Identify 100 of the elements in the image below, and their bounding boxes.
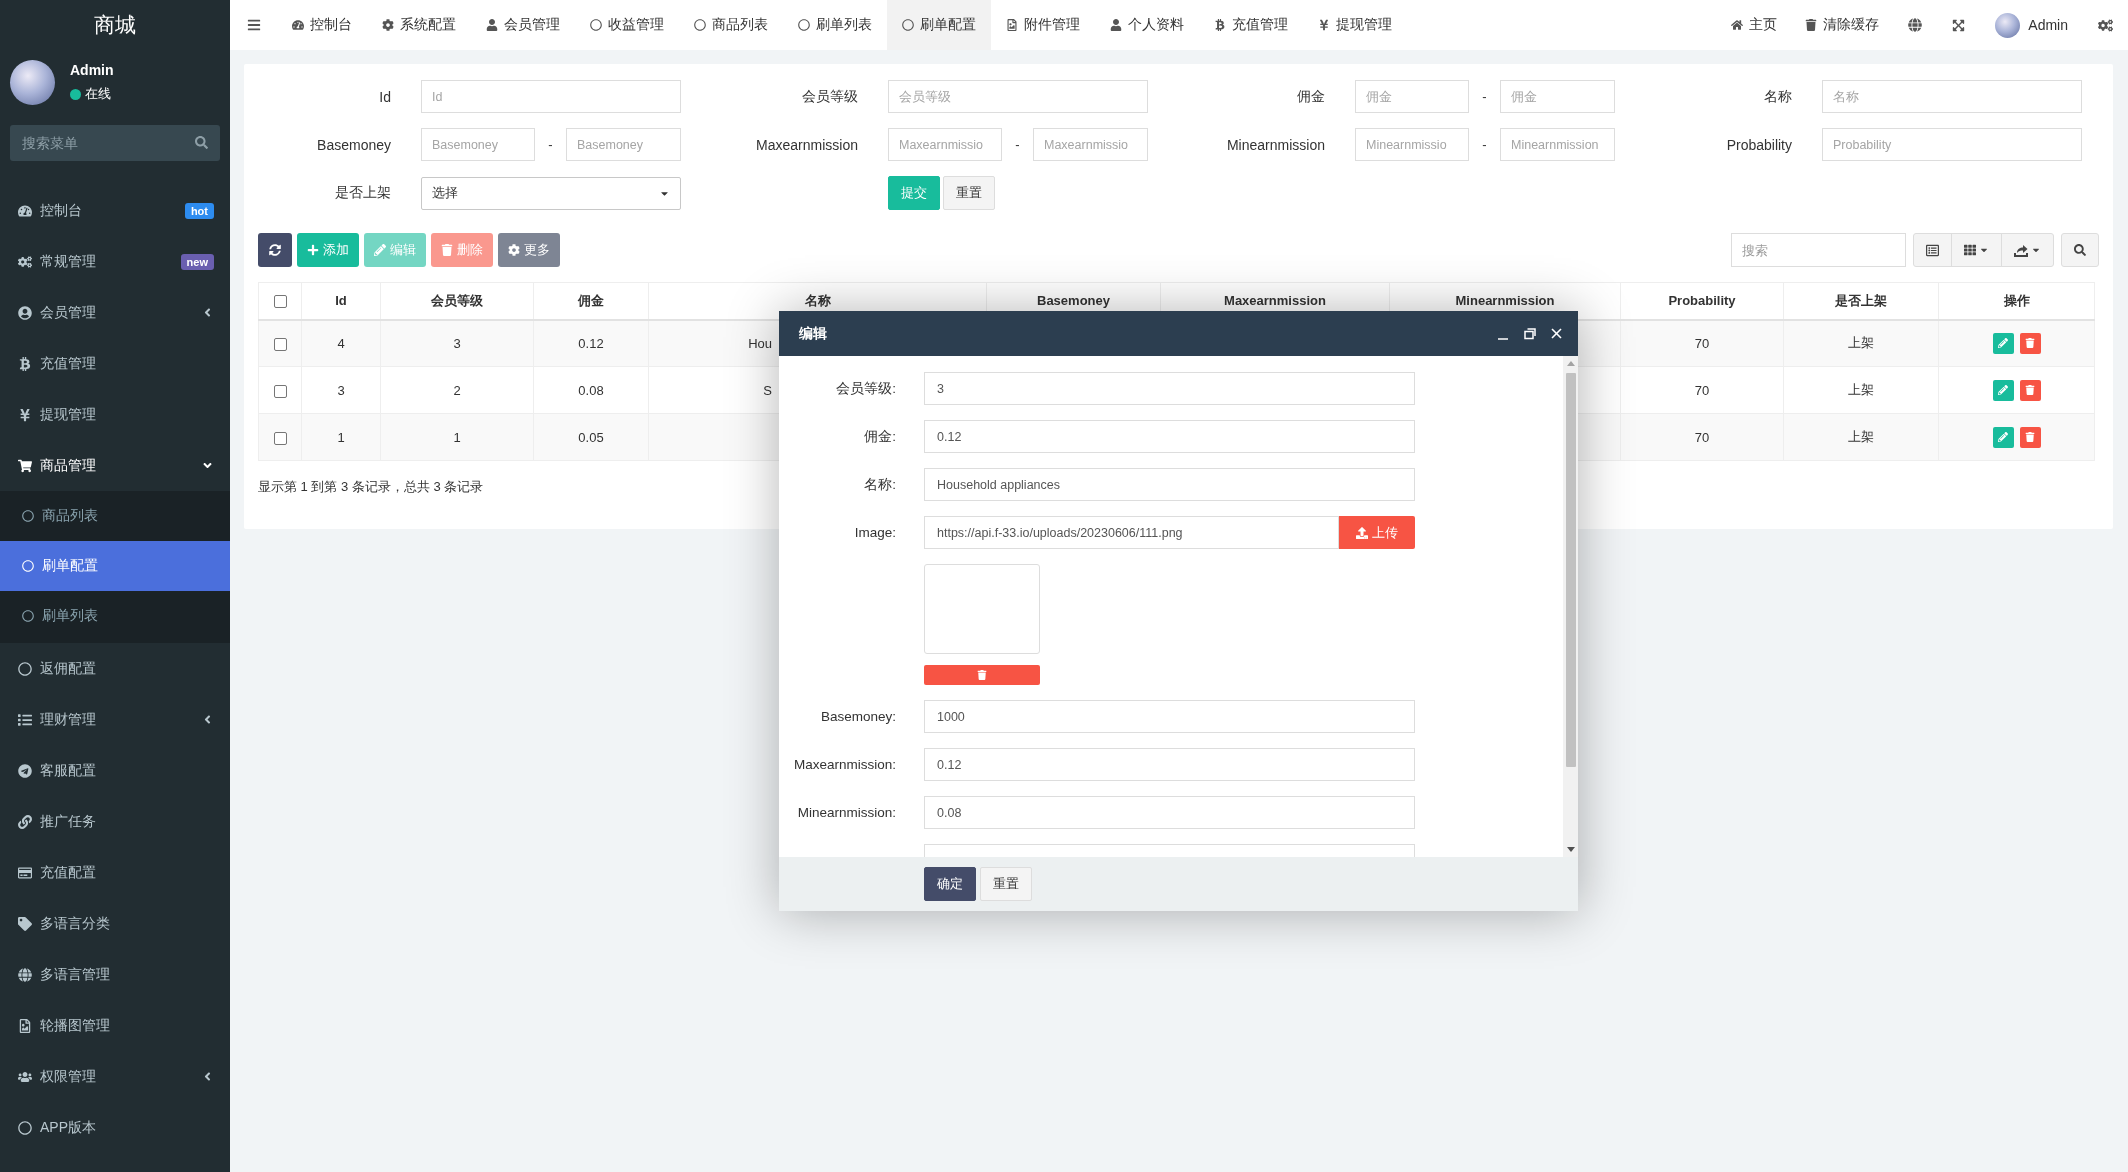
table-cell: 上架 [1783, 366, 1939, 414]
column-header[interactable]: Id [301, 282, 381, 320]
menu-item[interactable]: 多语言管理 [0, 949, 230, 1000]
menu-item[interactable]: 多语言分类 [0, 898, 230, 949]
column-header[interactable]: Probability [1620, 282, 1784, 320]
menu-item[interactable]: 提现管理 [0, 389, 230, 440]
menu-item[interactable]: 推广任务 [0, 796, 230, 847]
menu-badge: hot [184, 202, 214, 219]
app-logo[interactable]: 商城 [94, 11, 136, 39]
input-field[interactable]: 佣金 [1500, 80, 1615, 113]
delete-button[interactable] [2019, 332, 2041, 354]
nav-tab[interactable]: 商品列表 [679, 0, 783, 50]
globe-icon[interactable] [1908, 18, 1923, 32]
refresh-button[interactable] [258, 233, 292, 267]
input-field[interactable]: Basemoney [421, 128, 535, 161]
submenu-item[interactable]: 刷单配置 [0, 541, 230, 591]
search-icon[interactable] [195, 136, 208, 149]
input-field[interactable]: 佣金 [1355, 80, 1469, 113]
table-view-button[interactable] [1913, 233, 1952, 267]
input-field[interactable]: Minearnmission [1500, 128, 1615, 161]
nav-tab[interactable]: 会员管理 [471, 0, 575, 50]
edit-button[interactable] [1992, 426, 2014, 448]
menu-item[interactable]: 轮播图管理 [0, 1000, 230, 1051]
column-header[interactable]: 操作 [1938, 282, 2095, 320]
confirm-button[interactable]: 确定 [924, 867, 976, 901]
delete-button[interactable] [2019, 426, 2041, 448]
input-field[interactable]: Probability [1822, 128, 2082, 161]
nav-tab[interactable]: 系统配置 [367, 0, 471, 50]
menu-item[interactable]: 充值配置 [0, 847, 230, 898]
submenu-item[interactable]: 刷单列表 [0, 591, 230, 641]
scrollbar-thumb[interactable] [1565, 373, 1576, 767]
checkbox[interactable] [273, 431, 287, 445]
column-header[interactable]: 是否上架 [1783, 282, 1939, 320]
input-field[interactable]: Maxearnmissio [1033, 128, 1148, 161]
edit-button[interactable] [1992, 332, 2014, 354]
more-button[interactable]: 更多 [498, 233, 560, 267]
input-field[interactable]: 1000 [924, 700, 1415, 733]
input-field[interactable]: Minearnmissio [1355, 128, 1469, 161]
scroll-down-icon[interactable] [1566, 847, 1575, 852]
menu-item[interactable]: 返佣配置 [0, 643, 230, 694]
field-label: Probability [1726, 136, 1792, 153]
table-cell: 3 [301, 366, 381, 414]
menu-item[interactable]: 客服配置 [0, 745, 230, 796]
columns-button[interactable] [1951, 233, 2002, 267]
export-button[interactable] [2001, 233, 2054, 267]
trash-icon [1805, 19, 1818, 31]
checkbox[interactable] [273, 338, 287, 352]
checkbox[interactable] [273, 384, 287, 398]
nav-tab[interactable]: 附件管理 [991, 0, 1095, 50]
scrollbar[interactable] [1563, 356, 1578, 857]
menu-item[interactable]: 权限管理 [0, 1051, 230, 1102]
nav-tab[interactable]: 充值管理 [1199, 0, 1303, 50]
user-icon [18, 305, 32, 320]
menu-item[interactable]: APP版本 [0, 1102, 230, 1153]
reset-button[interactable]: 重置 [943, 176, 995, 210]
close-icon[interactable] [1551, 328, 1562, 339]
input-field[interactable]: 3 [924, 372, 1415, 405]
edit-button[interactable] [1992, 379, 2014, 401]
user-menu[interactable]: Admin [1980, 0, 2083, 50]
input-field[interactable]: Household appliances [924, 468, 1415, 501]
input-field[interactable]: 0.12 [924, 748, 1415, 781]
column-header[interactable]: 佣金 [533, 282, 649, 320]
menu-item[interactable]: 商品管理 [0, 440, 230, 491]
input-field[interactable]: 0.08 [924, 796, 1415, 829]
checkbox[interactable] [273, 295, 287, 309]
delete-image-button[interactable] [924, 665, 1040, 685]
delete-button[interactable] [2019, 379, 2041, 401]
nav-tab[interactable]: 刷单配置 [887, 0, 991, 50]
nav-tab[interactable]: 个人资料 [1095, 0, 1199, 50]
form-label: Minearnmission: [797, 805, 896, 820]
menu-item[interactable]: 常规管理 new [0, 236, 230, 287]
input-field[interactable]: 会员等级 [888, 80, 1148, 113]
menu-icon[interactable] [246, 18, 261, 32]
nav-link[interactable]: 清除缓存 [1791, 0, 1894, 50]
submenu-item[interactable]: 商品列表 [0, 491, 230, 541]
column-header[interactable]: 会员等级 [380, 282, 534, 320]
search-field[interactable]: 搜索 [1731, 233, 1906, 267]
menu-item[interactable]: 控制台 hot [0, 185, 230, 236]
menu-item[interactable]: 会员管理 [0, 287, 230, 338]
menu-item[interactable]: 理财管理 [0, 694, 230, 745]
nav-tab[interactable]: 刷单列表 [783, 0, 887, 50]
gears-icon[interactable] [2098, 17, 2113, 33]
nav-tab[interactable]: 控制台 [277, 0, 367, 50]
input-field[interactable]: https://api.f-33.io/uploads/20230606/111.png [924, 516, 1339, 549]
expand-icon[interactable] [1952, 18, 1966, 32]
nav-tab[interactable]: 提现管理 [1303, 0, 1407, 50]
input-field[interactable]: Basemoney [566, 128, 681, 161]
reset-button[interactable]: 重置 [980, 867, 1032, 901]
search-field[interactable]: 搜索菜单 [10, 125, 220, 161]
select-field[interactable]: 选择 [421, 176, 681, 210]
restore-icon[interactable] [1524, 327, 1536, 340]
search-button[interactable] [2061, 233, 2099, 267]
menu-item[interactable]: 充值管理 [0, 338, 230, 389]
nav-tab[interactable]: 收益管理 [575, 0, 679, 50]
nav-link[interactable]: 主页 [1717, 0, 1792, 50]
input-field[interactable]: 名称 [1822, 80, 2082, 113]
input-field[interactable]: Id [421, 80, 681, 113]
input-field[interactable]: Maxearnmissio [888, 128, 1002, 161]
input-field[interactable]: 0.12 [924, 420, 1415, 453]
user-name: Admin [70, 62, 114, 78]
